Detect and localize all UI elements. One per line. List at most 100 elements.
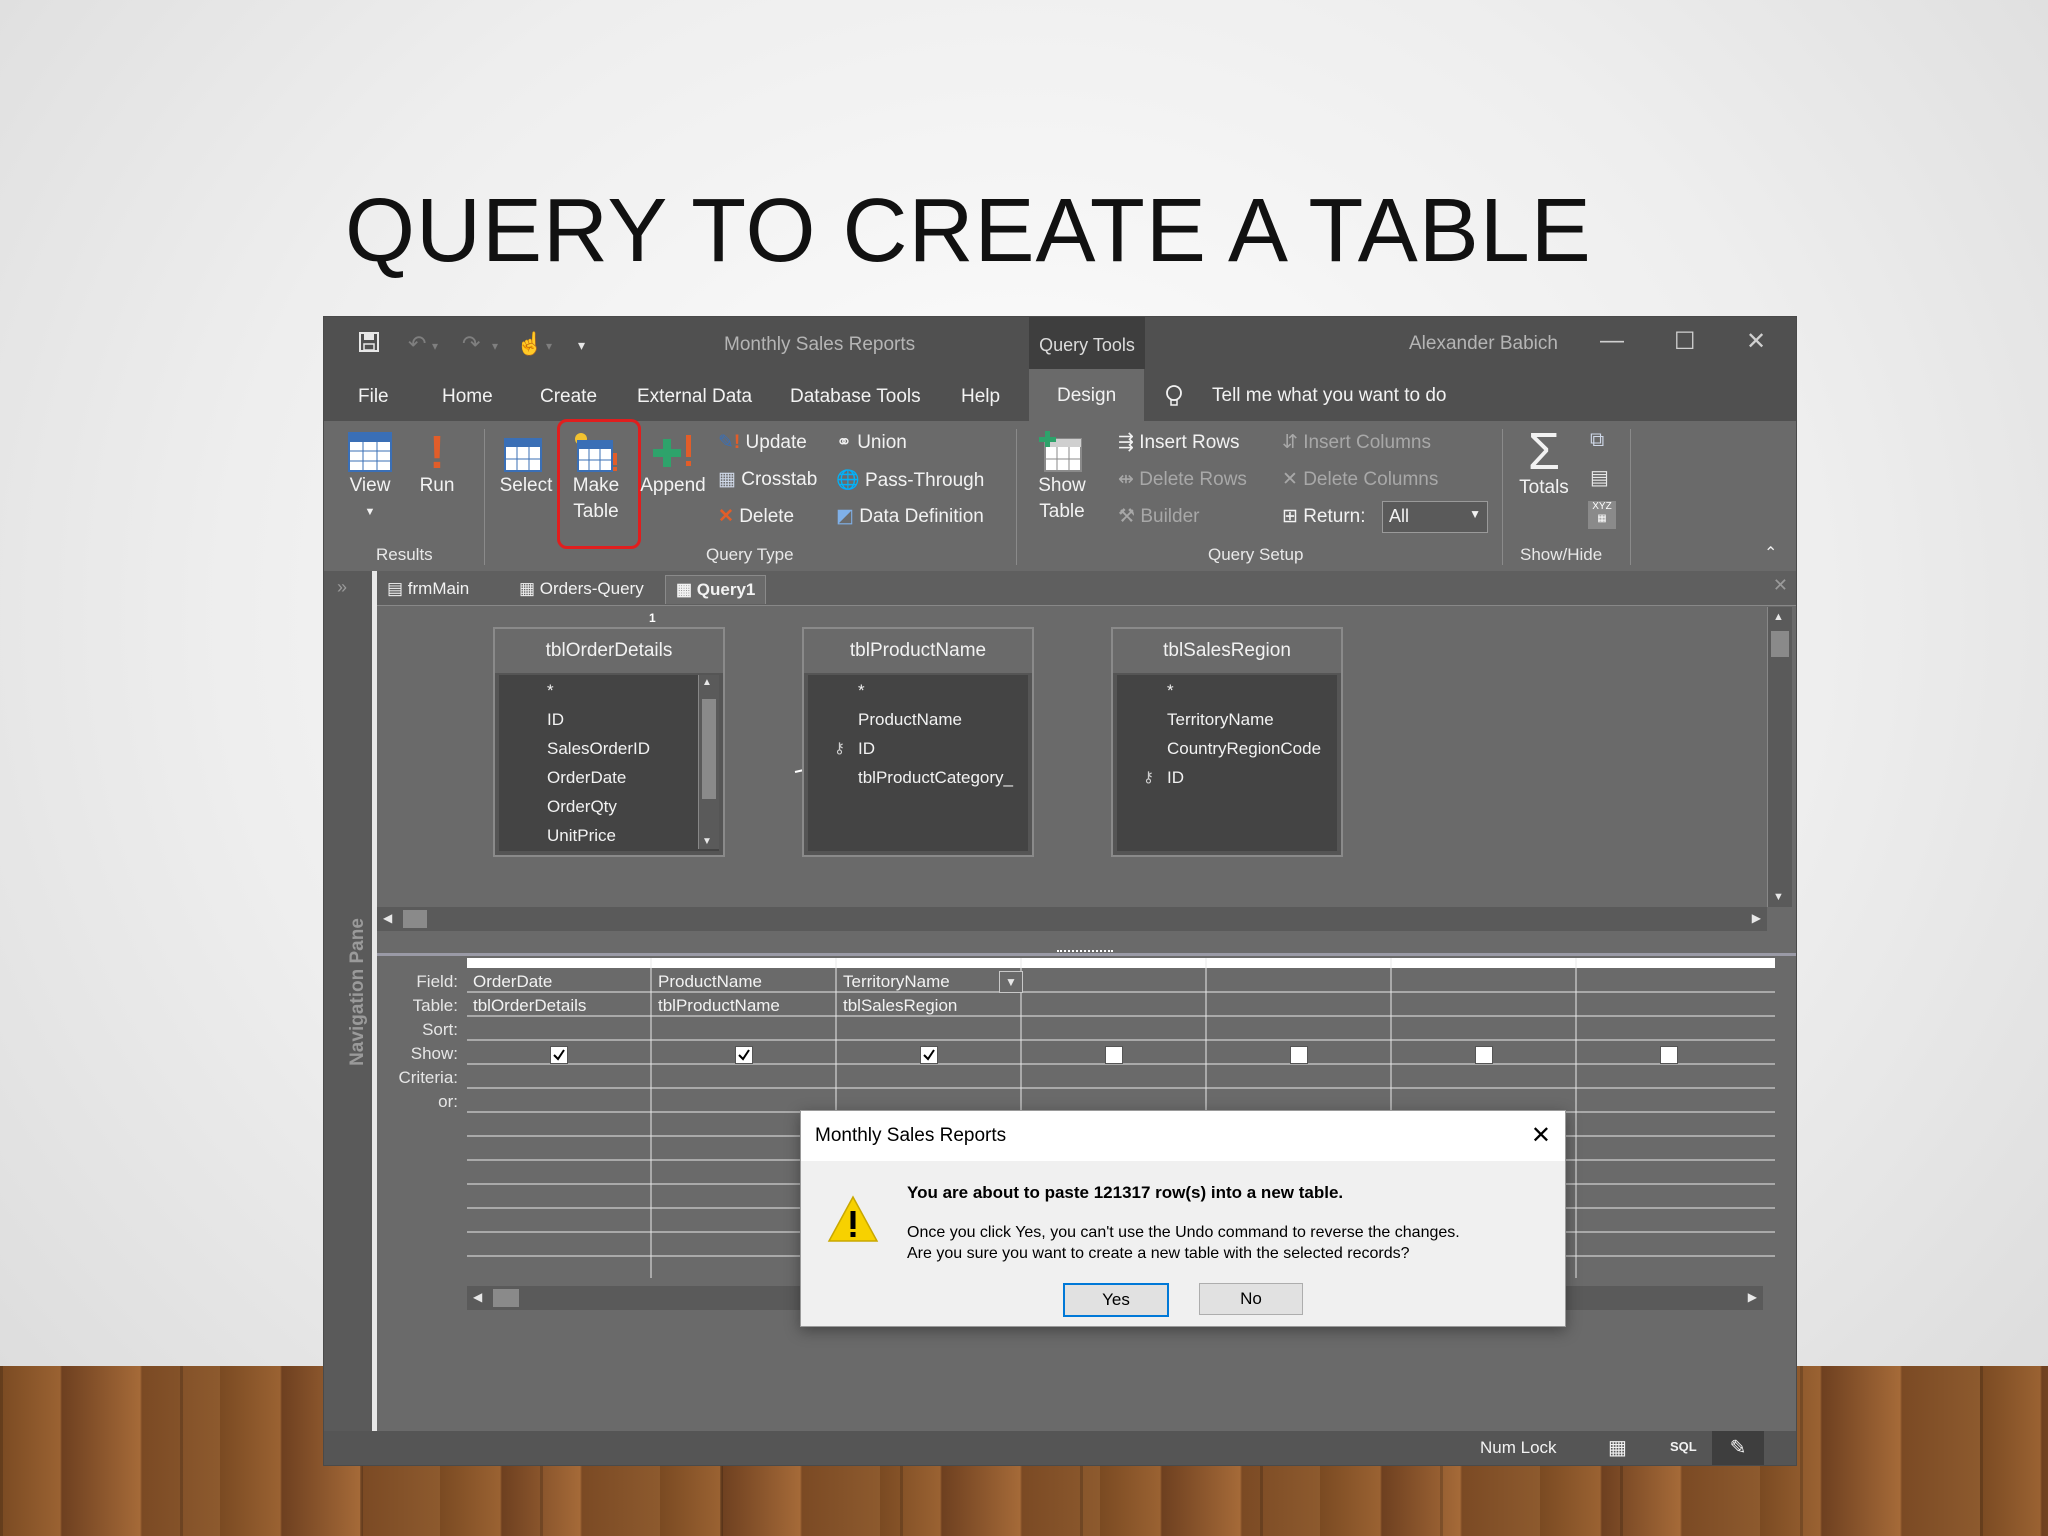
scroll-thumb[interactable] [1771, 631, 1789, 657]
grid-field-cell[interactable]: TerritoryName [843, 972, 950, 992]
tab-create[interactable]: Create [540, 386, 597, 408]
scroll-left-icon[interactable]: ◀ [473, 1290, 482, 1304]
table-box-tblproductname[interactable]: tblProductName * ProductName ⚷ ID tblPro… [802, 627, 1034, 857]
maximize-button[interactable]: ☐ [1674, 327, 1696, 356]
close-button[interactable]: ✕ [1746, 327, 1766, 356]
delete-columns-button[interactable]: ✕ Delete Columns [1282, 468, 1438, 491]
property-sheet-icon[interactable]: ▤ [1590, 465, 1609, 490]
collapse-ribbon-icon[interactable]: ⌃ [1764, 543, 1777, 563]
delete-rows-button[interactable]: ⇹ Delete Rows [1118, 468, 1247, 491]
undo-icon[interactable]: ↶ [408, 331, 426, 357]
update-button[interactable]: ✎! Update [718, 431, 807, 454]
delete-query-button[interactable]: ✕ Delete [718, 505, 794, 528]
field-item[interactable]: ID [1167, 768, 1184, 788]
customize-qat-icon[interactable]: ▾ [578, 337, 585, 354]
tab-database-tools[interactable]: Database Tools [790, 386, 921, 408]
expand-nav-icon[interactable]: » [337, 577, 347, 598]
scroll-up-icon[interactable]: ▲ [1773, 611, 1784, 623]
field-item[interactable]: * [1167, 681, 1174, 701]
tab-help[interactable]: Help [961, 386, 1000, 408]
union-button[interactable]: ⚭ Union [836, 431, 907, 454]
table-names-icon[interactable]: XYZ ▦ [1588, 501, 1616, 529]
upper-vertical-scrollbar[interactable]: ▲ ▼ [1767, 607, 1792, 907]
field-item[interactable]: * [858, 681, 865, 701]
totals-button[interactable]: Σ Totals [1516, 426, 1572, 501]
table-box-tblorderdetails[interactable]: tblOrderDetails * ID SalesOrderID OrderD… [493, 627, 725, 857]
view-button[interactable]: View ▼ [342, 431, 398, 525]
no-button[interactable]: No [1199, 1283, 1303, 1315]
doc-tab-query1[interactable]: ▦ Query1 [665, 575, 767, 604]
scroll-thumb[interactable] [702, 699, 716, 799]
field-item[interactable]: OrderQty [547, 797, 617, 817]
field-dropdown-chevron-icon[interactable]: ▼ [999, 971, 1023, 993]
touch-dropdown-icon[interactable]: ▾ [546, 339, 552, 353]
field-item[interactable]: * [547, 681, 554, 701]
doc-tab-orders-query[interactable]: ▦ Orders-Query [509, 575, 654, 603]
show-checkbox[interactable] [1105, 1046, 1123, 1064]
sql-view-button[interactable]: SQL [1670, 1439, 1697, 1454]
builder-button[interactable]: ⚒ Builder [1118, 505, 1199, 528]
field-item[interactable]: UnitPrice [547, 826, 616, 846]
tell-me-search[interactable]: Tell me what you want to do [1212, 385, 1446, 407]
yes-button[interactable]: Yes [1063, 1283, 1169, 1317]
grid-table-cell[interactable]: tblProductName [658, 996, 780, 1016]
tab-file[interactable]: File [358, 386, 389, 408]
grid-table-cell[interactable]: tblSalesRegion [843, 996, 957, 1016]
datasheet-view-icon[interactable]: ▦ [1608, 1435, 1627, 1460]
data-definition-button[interactable]: ◩ Data Definition [836, 505, 984, 528]
redo-dropdown-icon[interactable]: ▾ [492, 339, 498, 353]
dialog-close-icon[interactable]: ✕ [1531, 1121, 1551, 1150]
show-checkbox-checked[interactable] [920, 1046, 938, 1064]
insert-rows-button[interactable]: ⇶ Insert Rows [1118, 431, 1240, 454]
scroll-down-icon[interactable]: ▼ [1773, 891, 1784, 903]
field-item[interactable]: ID [858, 739, 875, 759]
show-table-button[interactable]: Show Table [1034, 429, 1090, 525]
return-select[interactable]: All ▼ [1382, 501, 1488, 533]
splitter-grip[interactable] [1057, 950, 1113, 955]
field-list-scrollbar[interactable]: ▲ ▼ [698, 675, 719, 849]
show-checkbox[interactable] [1290, 1046, 1308, 1064]
grid-field-cell[interactable]: ProductName [658, 972, 762, 992]
crosstab-button[interactable]: ▦ Crosstab [718, 468, 817, 491]
table-box-tblsalesregion[interactable]: tblSalesRegion * TerritoryName CountryRe… [1111, 627, 1343, 857]
append-button[interactable]: Append [638, 431, 708, 499]
field-item[interactable]: ID [547, 710, 564, 730]
insert-columns-button[interactable]: ⇵ Insert Columns [1282, 431, 1431, 454]
close-doc-icon[interactable]: ✕ [1773, 575, 1788, 596]
show-checkbox[interactable] [1660, 1046, 1678, 1064]
show-checkbox-checked[interactable] [735, 1046, 753, 1064]
upper-horizontal-scrollbar[interactable]: ◀ ▶ [377, 907, 1767, 931]
tab-home[interactable]: Home [442, 386, 493, 408]
make-table-button[interactable]: Make Table [562, 431, 630, 525]
field-item[interactable]: TerritoryName [1167, 710, 1274, 730]
scroll-down-icon[interactable]: ▼ [702, 836, 712, 847]
scroll-up-icon[interactable]: ▲ [702, 677, 712, 688]
tab-design[interactable]: Design [1029, 369, 1145, 421]
touch-mode-icon[interactable]: ☝ [516, 331, 543, 357]
field-item[interactable]: OrderDate [547, 768, 626, 788]
doc-tab-frmmain[interactable]: ▤ frmMain [377, 575, 479, 603]
show-checkbox-checked[interactable] [550, 1046, 568, 1064]
save-icon[interactable] [358, 331, 380, 359]
tab-external-data[interactable]: External Data [637, 386, 752, 408]
show-checkbox[interactable] [1475, 1046, 1493, 1064]
redo-icon[interactable]: ↷ [462, 331, 480, 357]
field-item[interactable]: CountryRegionCode [1167, 739, 1321, 759]
field-item[interactable]: tblProductCategory_ [858, 768, 1013, 788]
scroll-thumb[interactable] [403, 910, 427, 928]
grid-field-cell[interactable]: OrderDate [473, 972, 552, 992]
parameters-icon[interactable]: ⧉ [1590, 429, 1604, 452]
user-name[interactable]: Alexander Babich [1409, 333, 1558, 355]
field-item[interactable]: ProductName [858, 710, 962, 730]
scroll-right-icon[interactable]: ▶ [1748, 1290, 1757, 1304]
grid-table-cell[interactable]: tblOrderDetails [473, 996, 586, 1016]
scroll-left-icon[interactable]: ◀ [383, 911, 392, 925]
select-query-button[interactable]: Select [498, 431, 554, 499]
scroll-right-icon[interactable]: ▶ [1752, 911, 1761, 925]
minimize-button[interactable]: — [1600, 327, 1624, 355]
design-view-icon[interactable]: ✎ [1712, 1431, 1764, 1465]
pass-through-button[interactable]: 🌐 Pass-Through [836, 468, 984, 492]
scroll-thumb[interactable] [493, 1289, 519, 1307]
run-button[interactable]: ! Run [412, 429, 462, 499]
field-item[interactable]: SalesOrderID [547, 739, 650, 759]
